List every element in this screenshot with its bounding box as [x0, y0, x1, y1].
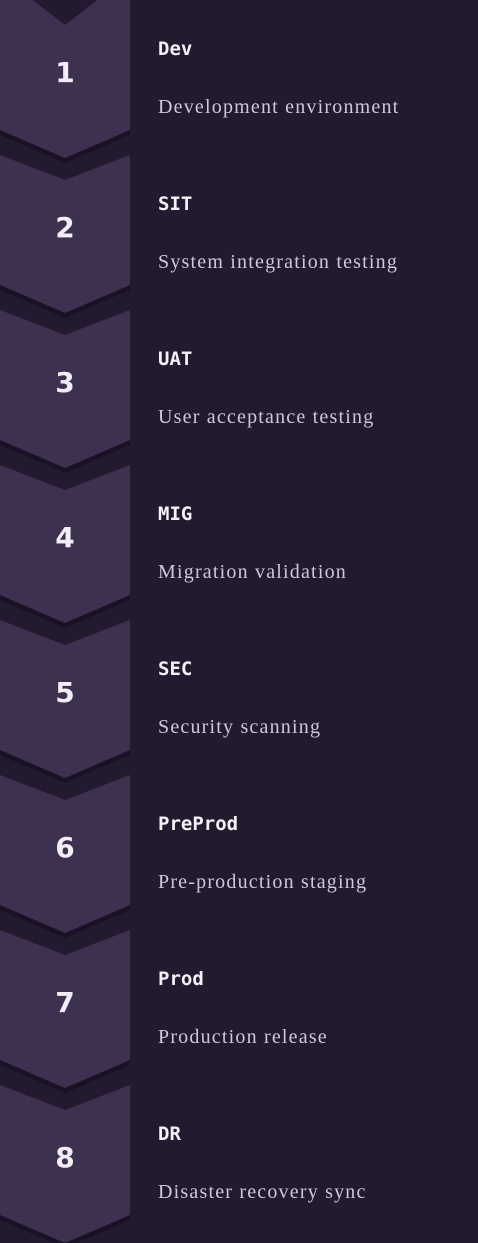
stage-description: Production release [158, 1026, 328, 1048]
stage-number: 6 [55, 831, 75, 864]
stage-description: Pre-production staging [158, 871, 368, 893]
stage-title: Dev [158, 38, 193, 60]
stage-description: Development environment [158, 96, 400, 118]
stage-title: PreProd [158, 813, 239, 835]
stage-row: 5 SEC Security scanning [0, 620, 478, 775]
stage-description: Disaster recovery sync [158, 1181, 367, 1203]
stage-title: MIG [158, 503, 193, 525]
stage-number: 3 [55, 366, 75, 399]
stage-row: 7 Prod Production release [0, 930, 478, 1085]
stage-row: 3 UAT User acceptance testing [0, 310, 478, 465]
stage-row: 6 PreProd Pre-production staging [0, 775, 478, 930]
stage-description: User acceptance testing [158, 406, 375, 428]
stage-title: SIT [158, 193, 193, 215]
stage-number: 5 [55, 676, 75, 709]
stage-row: 1 Dev Development environment [0, 0, 478, 155]
stage-description: Migration validation [158, 561, 347, 583]
stage-title: DR [158, 1123, 181, 1145]
stage-number: 2 [55, 211, 75, 244]
stage-row: 2 SIT System integration testing [0, 155, 478, 310]
stage-description: System integration testing [158, 251, 399, 273]
stage-title: SEC [158, 658, 193, 680]
stage-row: 4 MIG Migration validation [0, 465, 478, 620]
stage-number: 7 [55, 986, 75, 1019]
stage-row: 8 DR Disaster recovery sync [0, 1085, 478, 1240]
stage-number: 8 [55, 1141, 75, 1174]
stage-title: UAT [158, 348, 193, 370]
stage-number: 4 [55, 521, 75, 554]
stage-title: Prod [158, 968, 204, 990]
pipeline-diagram: 1 Dev Development environment 2 SIT System in… [0, 0, 478, 1243]
stage-description: Security scanning [158, 716, 322, 738]
stage-number: 1 [55, 56, 75, 89]
